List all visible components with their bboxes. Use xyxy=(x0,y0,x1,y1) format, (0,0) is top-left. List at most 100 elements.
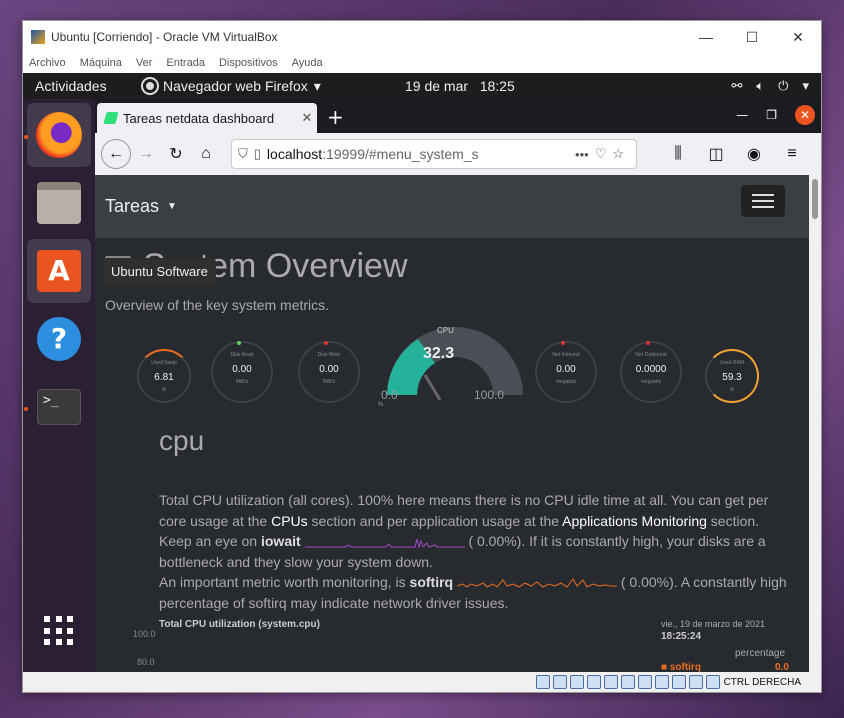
dock-firefox[interactable] xyxy=(27,103,91,167)
caret-down-icon: ▾ xyxy=(313,77,321,94)
ff-minimize-button[interactable]: — xyxy=(736,108,748,122)
network-icon: ⚯ xyxy=(731,78,743,93)
disk-write-gauge[interactable]: Disk Write 0.00 MiB/s xyxy=(298,341,360,403)
dock-terminal[interactable]: >_ xyxy=(27,375,91,439)
terminal-icon: >_ xyxy=(37,389,81,425)
close-button[interactable]: ✕ xyxy=(775,29,821,46)
brand-dropdown[interactable]: Tareas xyxy=(105,196,159,217)
gauge-title: Disk Read xyxy=(230,352,254,358)
grid-icon xyxy=(44,616,74,646)
menu-dispositivos[interactable]: Dispositivos xyxy=(219,57,278,69)
gauge-value: 0.00 xyxy=(232,364,252,375)
cpu-gauge-min: 0.0 xyxy=(381,388,398,402)
optical-icon[interactable] xyxy=(552,675,567,689)
gauge-title: Used Swap xyxy=(151,360,177,366)
hamburger-menu-button[interactable] xyxy=(741,185,785,217)
desc-text: section and per application usage at the xyxy=(307,512,563,529)
show-applications-button[interactable] xyxy=(27,599,91,663)
dock-help[interactable]: ? xyxy=(27,307,91,371)
recording-icon[interactable] xyxy=(654,675,669,689)
vbox-titlebar: Ubuntu [Corriendo] - Oracle VM VirtualBo… xyxy=(23,21,821,53)
gauge-unit: megabits xyxy=(640,379,662,385)
netdata-page: Tareas ▼ System Overview Overview of the … xyxy=(95,175,809,673)
app-menu[interactable]: Navegador web Firefox ▾ xyxy=(143,78,321,95)
audio-icon[interactable] xyxy=(569,675,584,689)
gauge-value: 6.81 xyxy=(154,372,174,383)
softirq-sparkline[interactable] xyxy=(456,576,617,590)
virtualbox-window: Ubuntu [Corriendo] - Oracle VM VirtualBo… xyxy=(22,20,822,693)
reload-button[interactable]: ↻ xyxy=(161,139,191,169)
scrollbar-thumb[interactable] xyxy=(812,179,818,219)
home-button[interactable]: ⌂ xyxy=(191,139,221,169)
page-scrollbar[interactable] xyxy=(809,175,821,673)
cpu-gauge-max: 100.0 xyxy=(474,388,505,402)
cpus-link[interactable]: CPUs xyxy=(271,513,308,529)
library-icon[interactable]: ⫼ xyxy=(663,139,693,169)
forward-button[interactable]: → xyxy=(131,139,161,169)
shield-icon[interactable]: ⛉ xyxy=(238,146,248,162)
system-tray[interactable]: ⚯ 🔈︎ ⏻ ▾ xyxy=(731,78,809,94)
keyboard-icon[interactable] xyxy=(705,675,720,689)
menu-ayuda[interactable]: Ayuda xyxy=(292,57,323,69)
mouse-icon[interactable] xyxy=(688,675,703,689)
chart-time: 18:25:24 xyxy=(661,631,702,642)
gauge-unit: % xyxy=(729,387,735,393)
net-inbound-gauge[interactable]: Net Inbound 0.00 megabits xyxy=(535,341,597,403)
new-tab-button[interactable]: + xyxy=(327,105,344,129)
gauge-unit: % xyxy=(161,387,167,393)
iowait-sparkline[interactable] xyxy=(304,535,465,550)
net-outbound-gauge[interactable]: Net Outbound 0.0000 megabits xyxy=(620,341,682,403)
menu-archivo[interactable]: Archivo xyxy=(29,57,66,69)
maximize-button[interactable]: ☐ xyxy=(729,29,775,46)
desc-text: An important metric worth monitoring, is xyxy=(159,574,410,590)
activities-button[interactable]: Actividades xyxy=(23,78,143,94)
dock-tooltip: Ubuntu Software xyxy=(103,258,216,285)
account-icon[interactable]: ◉ xyxy=(739,139,769,169)
gauge-value: 59.3 xyxy=(722,372,742,383)
ff-close-button[interactable]: ✕ xyxy=(795,105,815,125)
disk-read-gauge[interactable]: Disk Read 0.00 MiB/s xyxy=(211,341,273,403)
firefox-icon xyxy=(36,112,82,158)
shared-folder-icon[interactable] xyxy=(620,675,635,689)
status-icons xyxy=(535,675,720,689)
minimize-button[interactable]: — xyxy=(683,29,729,45)
gauge-unit: MiB/s xyxy=(322,379,336,385)
clock[interactable]: 19 de mar 18:25 xyxy=(405,78,515,94)
guest-screen: Actividades Navegador web Firefox ▾ 19 d… xyxy=(23,73,821,673)
back-button[interactable]: ← xyxy=(101,139,131,169)
menu-maquina[interactable]: Máquina xyxy=(80,57,122,69)
network-status-icon[interactable] xyxy=(586,675,601,689)
gauge-title: Used RAM xyxy=(719,360,745,366)
cpu-status-icon[interactable] xyxy=(671,675,686,689)
menu-entrada[interactable]: Entrada xyxy=(166,57,205,69)
vbox-menubar: Archivo Máquina Ver Entrada Dispositivos… xyxy=(23,53,821,73)
pocket-icon[interactable]: ♡ xyxy=(595,146,607,162)
gauge-unit: MiB/s xyxy=(235,379,249,385)
applications-monitoring-link[interactable]: Applications Monitoring xyxy=(562,513,707,529)
swap-gauge[interactable]: Used Swap 6.81 % xyxy=(137,349,191,403)
ff-restore-button[interactable]: ❐ xyxy=(766,108,777,122)
firefox-small-icon xyxy=(143,79,157,93)
dock-files[interactable] xyxy=(27,171,91,235)
url-bar[interactable]: ⛉ ▯ localhost :19999/#menu_system_s ••• … xyxy=(231,139,637,169)
display-icon[interactable] xyxy=(637,675,652,689)
dock-ubuntu-software[interactable]: A xyxy=(27,239,91,303)
tab-bar: Tareas netdata dashboard ✕ + — ❐ ✕ xyxy=(95,99,821,133)
menu-icon[interactable]: ≡ xyxy=(777,139,807,169)
section-heading: cpu xyxy=(159,425,205,456)
tab-close-icon[interactable]: ✕ xyxy=(297,110,317,126)
url-host: localhost xyxy=(266,146,323,162)
netdata-navbar: Tareas ▼ xyxy=(95,175,809,238)
menu-ver[interactable]: Ver xyxy=(136,57,153,69)
usb-icon[interactable] xyxy=(603,675,618,689)
ram-gauge[interactable]: Used RAM 59.3 % xyxy=(705,349,759,403)
cpu-gauge-value: 32.3 xyxy=(423,345,455,362)
bookmark-star-icon[interactable]: ☆ xyxy=(612,146,624,162)
tray-caret-icon: ▾ xyxy=(802,78,809,93)
desc-text: Keep an eye on xyxy=(159,533,261,549)
hdd-icon[interactable] xyxy=(535,675,550,689)
tab-netdata[interactable]: Tareas netdata dashboard ✕ xyxy=(97,103,317,133)
page-actions-icon[interactable]: ••• xyxy=(575,147,589,162)
cpu-gauge[interactable] xyxy=(375,325,535,425)
sidebar-icon[interactable]: ◫ xyxy=(701,139,731,169)
